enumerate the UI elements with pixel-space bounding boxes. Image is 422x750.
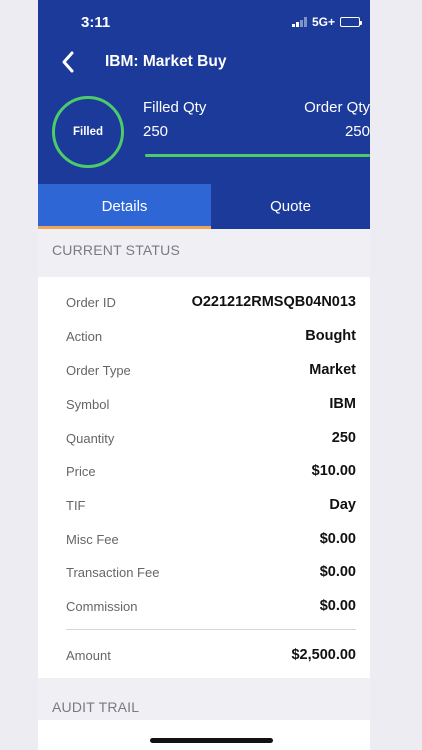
network-type: 5G+ [311, 15, 335, 29]
order-qty: Order Qty 250 [304, 99, 370, 140]
detail-value: 250 [331, 430, 356, 446]
detail-label: Price [66, 463, 96, 479]
detail-label: Action [66, 328, 103, 344]
home-indicator[interactable] [150, 738, 273, 743]
status-badge: Filled [52, 96, 124, 168]
tab-details[interactable]: Details [38, 184, 211, 229]
detail-row-quantity: Quantity 250 [66, 428, 356, 448]
detail-label: Order Type [66, 362, 131, 378]
detail-label: Symbol [66, 396, 110, 412]
filled-qty-value: 250 [143, 123, 169, 140]
signal-icon [292, 17, 307, 27]
detail-value: Market [309, 362, 356, 378]
detail-value: Bought [305, 328, 356, 344]
tab-details-label: Details [101, 198, 148, 215]
detail-row-misc-fee: Misc Fee $0.00 [66, 529, 356, 549]
detail-label: Commission [66, 598, 138, 614]
detail-row-action: Action Bought [66, 326, 356, 346]
tab-quote-label: Quote [270, 198, 311, 215]
detail-label: Quantity [66, 430, 115, 446]
status-badge-label: Filled [72, 126, 104, 138]
detail-row-transaction-fee: Transaction Fee $0.00 [66, 562, 356, 582]
detail-row-tif: TIF Day [66, 495, 356, 515]
phone-screen: 3:11 5G+ IBM: Market Buy Filled Filled Q… [38, 0, 370, 750]
audit-trail-card [38, 720, 370, 750]
detail-label: Transaction Fee [66, 564, 160, 580]
detail-value: $10.00 [311, 463, 356, 479]
page-title: IBM: Market Buy [105, 53, 227, 70]
amount-value: $2,500.00 [291, 647, 356, 663]
filled-qty: Filled Qty 250 [143, 99, 206, 140]
battery-icon [340, 17, 362, 27]
divider [66, 629, 356, 630]
detail-row-price: Price $10.00 [66, 461, 356, 481]
detail-label: Misc Fee [66, 531, 119, 547]
fill-progress-bar [145, 154, 370, 157]
details-card: Order ID O221212RMSQB04N013 Action Bough… [38, 277, 370, 678]
status-bar: 3:11 5G+ [38, 0, 370, 44]
detail-row-amount: Amount $2,500.00 [66, 645, 356, 665]
back-button[interactable] [56, 50, 80, 74]
nav-bar: IBM: Market Buy [38, 44, 370, 80]
detail-row-commission: Commission $0.00 [66, 596, 356, 616]
detail-row-order-id: Order ID O221212RMSQB04N013 [66, 292, 356, 312]
detail-label: Order ID [66, 294, 116, 310]
status-time: 3:11 [81, 14, 111, 31]
detail-value: O221212RMSQB04N013 [191, 294, 356, 310]
order-qty-label: Order Qty [304, 99, 370, 116]
status-indicators: 5G+ [292, 15, 362, 29]
order-header: 3:11 5G+ IBM: Market Buy Filled Filled Q… [38, 0, 370, 229]
detail-value: Day [329, 497, 356, 513]
detail-value: $0.00 [319, 598, 356, 614]
detail-row-symbol: Symbol IBM [66, 394, 356, 414]
filled-qty-label: Filled Qty [143, 99, 207, 116]
detail-label: TIF [66, 497, 86, 513]
detail-value: $0.00 [319, 531, 356, 547]
tab-bar: Details Quote [38, 184, 370, 229]
tab-quote[interactable]: Quote [211, 184, 370, 229]
detail-row-order-type: Order Type Market [66, 360, 356, 380]
audit-trail-header: AUDIT TRAIL [52, 699, 140, 715]
detail-value: IBM [329, 396, 356, 412]
detail-value: $0.00 [319, 564, 356, 580]
fill-progress-fill [145, 154, 370, 157]
current-status-header: CURRENT STATUS [52, 242, 181, 258]
chevron-left-icon [62, 51, 74, 73]
amount-label: Amount [66, 647, 111, 663]
order-qty-value: 250 [344, 123, 370, 140]
